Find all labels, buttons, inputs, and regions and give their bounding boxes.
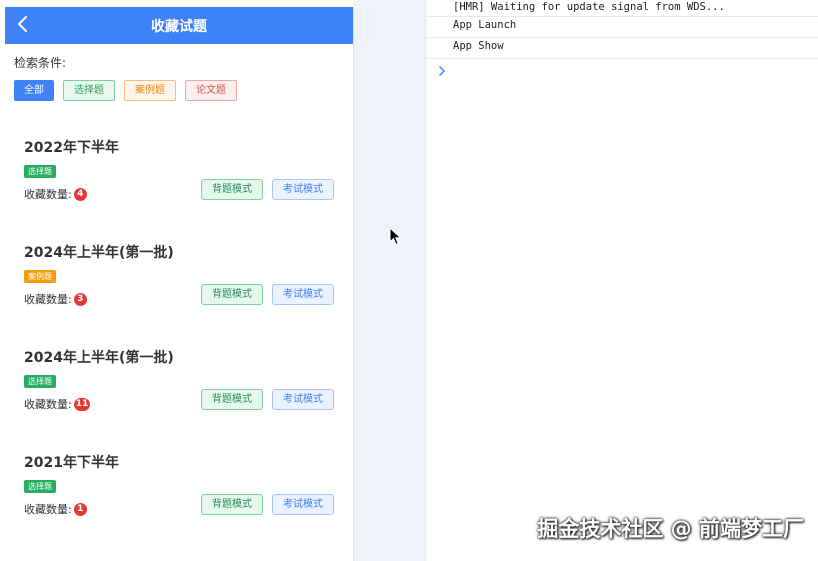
filter-chips: 全部 选择题 案例题 论文题 [14,80,344,101]
exam-mode-button[interactable]: 考试模式 [272,284,334,305]
filter-chip-case[interactable]: 案例题 [124,80,176,101]
filter-chip-choice[interactable]: 选择题 [63,80,115,101]
filter-chip-essay[interactable]: 论文题 [185,80,237,101]
exam-mode-button[interactable]: 考试模式 [272,179,334,200]
simulator-background [354,0,425,561]
recite-mode-button[interactable]: 背题模式 [201,389,263,410]
question-type-badge: 选择题 [24,375,56,388]
mobile-simulator: 收藏试题 检索条件: 全部 选择题 案例题 论文题 2022年下半年 选择题 收… [5,7,354,561]
favorite-count-row: 收藏数量: 1 [24,501,87,517]
exam-card-title: 2022年下半年 [24,140,119,156]
console-log-line: [HMR] Waiting for update signal from WDS… [426,0,818,17]
exam-card: 2022年下半年 选择题 收藏数量: 4 背题模式 考试模式 [5,122,353,227]
mouse-cursor-icon [389,227,402,246]
exam-card-title: 2024年上半年(第一批) [24,245,174,261]
question-type-badge: 案例题 [24,270,56,283]
favorite-count-label: 收藏数量: [24,503,72,516]
console-log-line: App Launch [426,17,818,38]
recite-mode-button[interactable]: 背题模式 [201,284,263,305]
favorite-count-row: 收藏数量: 3 [24,291,87,307]
exam-card-title: 2021年下半年 [24,455,119,471]
console-log-line: App Show [426,38,818,59]
recite-mode-button[interactable]: 背题模式 [201,179,263,200]
back-button[interactable] [15,14,31,34]
favorite-count-label: 收藏数量: [24,398,72,411]
favorite-count-label: 收藏数量: [24,293,72,306]
favorite-count-badge: 3 [73,292,87,306]
exam-card: 2024年上半年(第一批) 案例题 收藏数量: 3 背题模式 考试模式 [5,227,353,332]
favorite-count-label: 收藏数量: [24,188,72,201]
chevron-left-icon [18,16,27,32]
watermark: 掘金技术社区 @ 前端梦工厂 [537,517,804,541]
filter-label: 检索条件: [14,56,67,70]
exam-card-title: 2024年上半年(第一批) [24,350,174,366]
favorite-count-row: 收藏数量: 4 [24,186,87,202]
recite-mode-button[interactable]: 背题模式 [201,494,263,515]
exam-mode-button[interactable]: 考试模式 [272,389,334,410]
filter-section: 检索条件: 全部 选择题 案例题 论文题 [5,44,353,101]
chevron-right-icon[interactable] [437,64,447,78]
exam-list: 2022年下半年 选择题 收藏数量: 4 背题模式 考试模式 2024年上半年(… [5,122,353,542]
navbar: 收藏试题 [5,7,353,44]
filter-chip-all[interactable]: 全部 [14,80,54,101]
question-type-badge: 选择题 [24,480,56,493]
favorite-count-badge: 1 [73,502,87,516]
favorite-count-badge: 4 [73,187,87,201]
console-panel: [HMR] Waiting for update signal from WDS… [425,0,818,561]
favorite-count-row: 收藏数量: 11 [24,396,91,412]
exam-card: 2021年下半年 选择题 收藏数量: 1 背题模式 考试模式 [5,437,353,542]
favorite-count-badge: 11 [73,397,91,411]
page-title: 收藏试题 [151,18,207,35]
exam-mode-button[interactable]: 考试模式 [272,494,334,515]
question-type-badge: 选择题 [24,165,56,178]
exam-card: 2024年上半年(第一批) 选择题 收藏数量: 11 背题模式 考试模式 [5,332,353,437]
